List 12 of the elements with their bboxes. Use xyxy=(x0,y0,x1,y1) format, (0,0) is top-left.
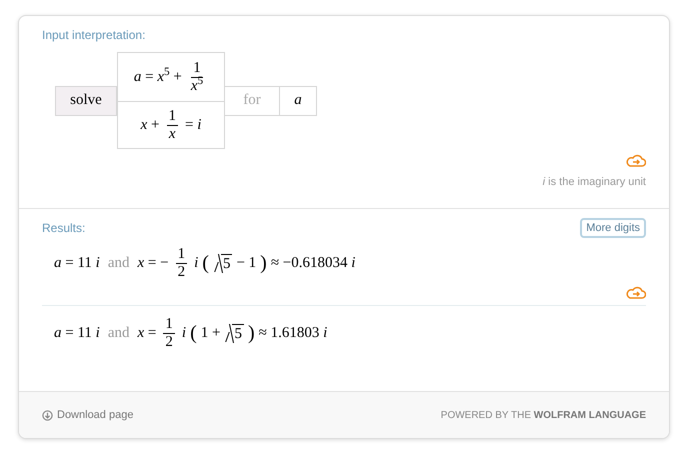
download-link[interactable]: Download page xyxy=(57,406,134,424)
more-digits-button[interactable]: More digits xyxy=(580,218,646,238)
section-label: Results: xyxy=(42,220,86,237)
section-label: Input interpretation: xyxy=(42,27,146,44)
powered-by-text: POWERED BY THE WOLFRAM LANGUAGE xyxy=(440,408,646,422)
table-cell: for xyxy=(225,86,280,116)
cloud-arrow-icon[interactable] xyxy=(626,154,646,167)
table-cell: a xyxy=(280,86,317,116)
download-icon[interactable] xyxy=(42,410,53,420)
note-text: i is the imaginary unit xyxy=(542,175,646,190)
table-cell: solve xyxy=(55,86,117,116)
cloud-arrow-icon[interactable] xyxy=(626,286,646,299)
